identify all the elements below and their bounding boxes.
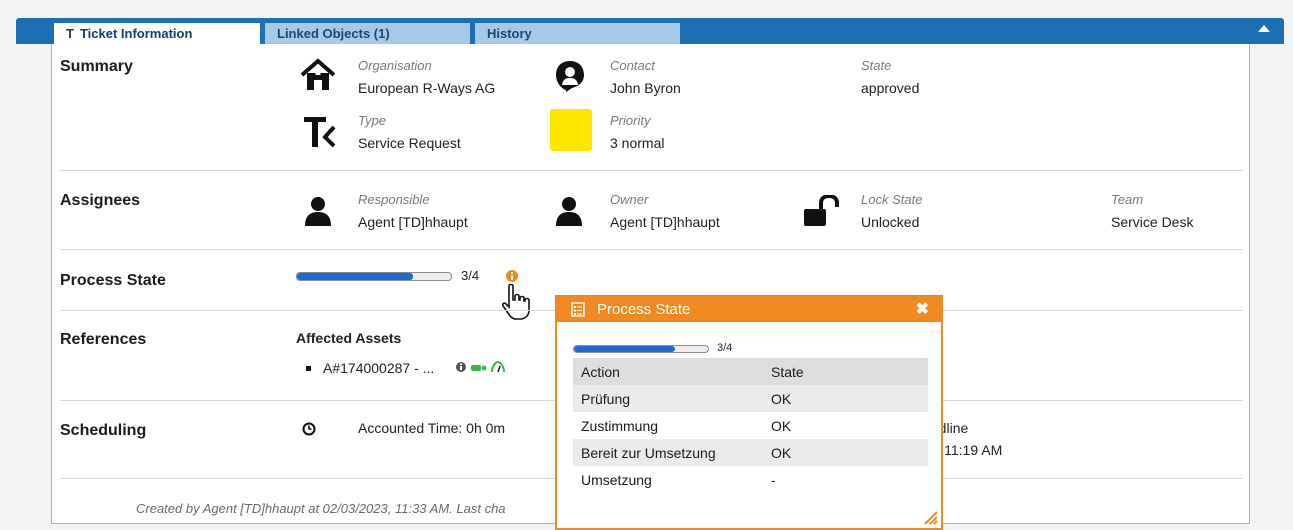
table-header-row: Action State	[573, 358, 928, 385]
tab-ticket-information[interactable]: T Ticket Information	[54, 23, 260, 44]
section-title-references: References	[60, 331, 147, 348]
ticket-info-panel: Summary Organisation European R-Ways AG …	[51, 44, 1250, 530]
empty-cell	[873, 439, 928, 466]
info-icon[interactable]	[506, 270, 518, 282]
table-row: Umsetzung -	[573, 466, 928, 493]
state-label: State	[861, 58, 892, 73]
state-cell: OK	[763, 439, 873, 466]
priority-color-swatch	[550, 109, 592, 151]
hand-cursor-icon	[501, 283, 530, 320]
action-cell: Bereit zur Umsetzung	[573, 439, 763, 466]
ticket-information-widget: T Ticket Information Linked Objects (1) H…	[16, 18, 1284, 530]
action-cell: Zustimmung	[581, 417, 659, 434]
section-title-scheduling: Scheduling	[60, 422, 147, 439]
state-cell: OK	[771, 417, 792, 434]
asset-link[interactable]: A#174000287 - ...	[323, 360, 434, 376]
column-header-state: State	[763, 358, 873, 385]
popup-progress-bar	[573, 345, 709, 353]
owner-value[interactable]: Agent [TD]hhaupt	[610, 214, 720, 230]
collapse-icon[interactable]	[1258, 25, 1270, 32]
responsible-value[interactable]: Agent [TD]hhaupt	[358, 214, 468, 230]
process-state-popup: Process State ✖ 3/4 Action State Prüfung	[555, 295, 943, 530]
empty-cell	[873, 466, 928, 493]
tab-history[interactable]: History	[475, 23, 680, 44]
gauge-icon	[491, 361, 505, 373]
info-icon[interactable]	[456, 362, 466, 372]
process-action-table: Action State Prüfung OK Zustimmung OK Be…	[573, 358, 928, 493]
empty-cell	[873, 412, 928, 439]
section-title-assignees: Assignees	[60, 192, 141, 209]
accounted-time: Accounted Time: 0h 0m	[358, 420, 506, 436]
contact-icon	[556, 61, 584, 92]
created-by-footer: Created by Agent [TD]hhaupt at 02/03/202…	[136, 501, 506, 516]
state-cell: OK	[763, 385, 873, 412]
resize-handle-icon[interactable]	[922, 509, 938, 525]
owner-label: Owner	[610, 192, 649, 207]
column-header-action: Action	[573, 358, 763, 385]
responsible-label: Responsible	[358, 192, 430, 207]
priority-label: Priority	[610, 113, 651, 128]
progress-fill	[574, 346, 675, 352]
table-row: Bereit zur Umsetzung OK	[573, 439, 928, 466]
state-value: approved	[861, 80, 920, 96]
action-cell: Umsetzung	[581, 471, 652, 488]
empty-cell	[873, 385, 928, 412]
progress-fill	[297, 273, 413, 280]
house-icon	[300, 58, 336, 90]
popup-title: Process State	[597, 301, 691, 318]
type-value: Service Request	[358, 135, 461, 151]
divider	[60, 170, 1243, 171]
ticket-type-icon	[304, 117, 336, 148]
organisation-value: European R-Ways AG	[358, 80, 496, 96]
checklist-icon	[571, 302, 585, 317]
team-label: Team	[1111, 192, 1144, 207]
popup-progress-text: 3/4	[717, 342, 733, 354]
process-progress-text: 3/4	[461, 268, 480, 283]
tab-label: History	[487, 26, 532, 41]
tab-label: Ticket Information	[79, 26, 193, 41]
clock-icon	[302, 422, 316, 436]
person-icon	[305, 197, 331, 226]
tab-bar: T Ticket Information Linked Objects (1) H…	[16, 18, 1284, 44]
lock-state-value: Unlocked	[861, 214, 920, 230]
type-label: Type	[358, 113, 386, 128]
table-row: Prüfung OK	[573, 385, 928, 412]
process-progress-bar	[296, 272, 452, 281]
affected-assets-title: Affected Assets	[296, 330, 402, 346]
tab-linked-objects[interactable]: Linked Objects (1)	[265, 23, 470, 44]
person-icon	[556, 197, 582, 226]
priority-value: 3 normal	[610, 135, 665, 151]
table-row: Zustimmung OK	[573, 412, 928, 439]
bullet-icon	[306, 366, 311, 371]
contact-label: Contact	[610, 58, 655, 73]
tab-label: Linked Objects (1)	[277, 26, 390, 41]
column-header-extra	[873, 358, 928, 385]
section-title-process-state: Process State	[60, 272, 166, 289]
popup-header: Process State ✖	[557, 297, 941, 322]
contact-value[interactable]: John Byron	[610, 80, 681, 96]
close-icon[interactable]: ✖	[916, 297, 929, 322]
state-cell: -	[771, 471, 776, 488]
unlock-icon	[804, 195, 839, 226]
status-indicator-icon	[471, 365, 487, 371]
ticket-type-icon: T	[66, 26, 74, 41]
section-title-summary: Summary	[60, 58, 133, 75]
divider	[60, 249, 1243, 250]
organisation-label: Organisation	[358, 58, 432, 73]
team-value: Service Desk	[1111, 214, 1194, 230]
action-cell: Prüfung	[573, 385, 763, 412]
lock-state-label: Lock State	[861, 192, 923, 207]
